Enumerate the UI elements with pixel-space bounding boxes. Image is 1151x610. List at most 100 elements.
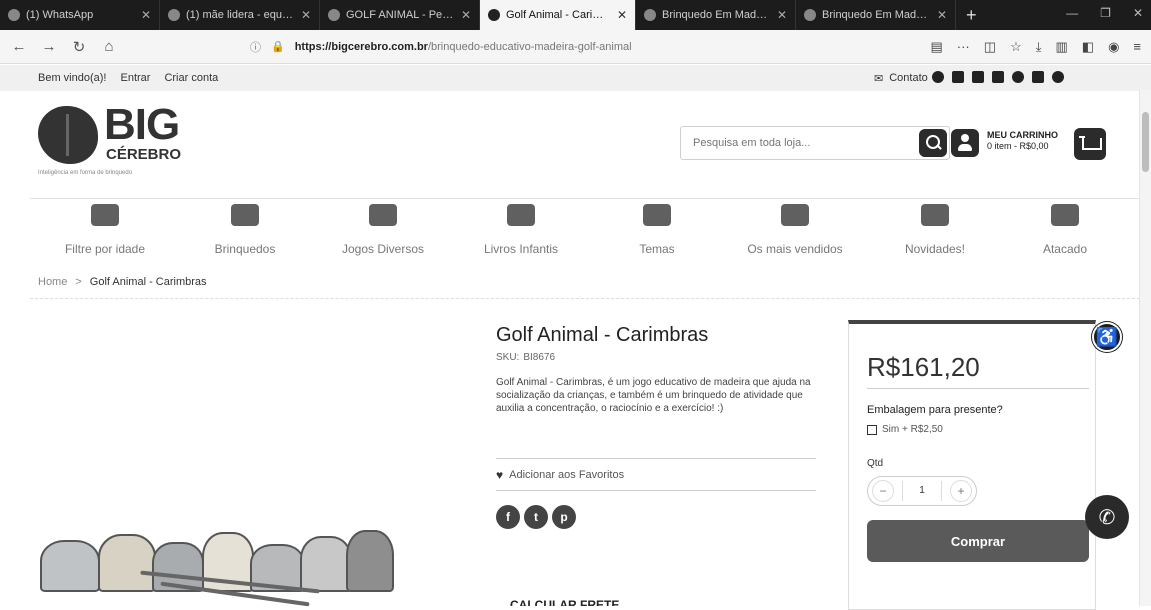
browser-tab-active[interactable]: Golf Animal - Carimbras✕: [480, 0, 636, 30]
address-bar[interactable]: ⓘ 🔒 https://bigcerebro.com.br/brinquedo-…: [250, 35, 900, 59]
tab-favicon: [168, 9, 180, 21]
nav-item-mais-vendidos[interactable]: Os mais vendidos: [735, 204, 855, 256]
browser-tab-bar: (1) WhatsApp ✕ (1) mãe lidera - equipes ✕ …: [0, 0, 1151, 30]
animal-piece: [98, 534, 156, 592]
nav-item-brinquedos[interactable]: Brinquedos: [185, 204, 305, 256]
back-icon[interactable]: ←: [10, 38, 28, 55]
pocket-icon[interactable]: ◫: [984, 39, 996, 55]
close-tab-icon[interactable]: ✕: [937, 8, 947, 22]
close-tab-icon[interactable]: ✕: [461, 8, 471, 22]
contact-link[interactable]: ✉ Contato: [874, 65, 928, 91]
brain-logo-icon: [38, 106, 98, 164]
close-window-icon[interactable]: ✕: [1133, 6, 1143, 20]
account-button[interactable]: [951, 129, 979, 157]
url-host: https://bigcerebro.com.br: [294, 40, 428, 53]
breadcrumb-current: Golf Animal - Carimbras: [89, 276, 207, 288]
browser-toolbar: ← → ↻ ⌂ ⓘ 🔒 https://bigcerebro.com.br/br…: [0, 30, 1151, 64]
register-link[interactable]: Criar conta: [164, 72, 218, 84]
extension-icon[interactable]: ◉: [1108, 39, 1119, 55]
themes-icon: [643, 204, 671, 226]
forward-icon[interactable]: →: [40, 38, 58, 55]
close-tab-icon[interactable]: ✕: [301, 8, 311, 22]
home-icon[interactable]: ⌂: [100, 38, 118, 55]
decrease-quantity-button[interactable]: −: [872, 480, 894, 502]
linkedin-icon[interactable]: [952, 71, 964, 83]
nav-item-atacado[interactable]: Atacado: [1005, 204, 1125, 256]
twitter-icon[interactable]: [972, 71, 984, 83]
divider: [496, 490, 816, 491]
game-board-icon: [369, 204, 397, 226]
login-link[interactable]: Entrar: [120, 72, 150, 84]
reload-icon[interactable]: ↻: [70, 38, 88, 56]
nav-item-jogos[interactable]: Jogos Diversos: [323, 204, 443, 256]
breadcrumb: Home > Golf Animal - Carimbras: [38, 276, 207, 288]
gift-wrap-checkbox[interactable]: [867, 424, 877, 435]
instagram-icon[interactable]: [1032, 71, 1044, 83]
buy-button[interactable]: Comprar: [867, 520, 1089, 562]
tab-favicon: [644, 9, 656, 21]
sidebar-icon[interactable]: ◧: [1082, 39, 1094, 55]
book-icon: [507, 204, 535, 226]
browser-tab[interactable]: (1) WhatsApp ✕: [0, 0, 160, 30]
quantity-label: Qtd: [867, 458, 884, 469]
facebook-icon[interactable]: [932, 71, 944, 83]
pinterest-icon[interactable]: [1012, 71, 1024, 83]
browser-actions: ▤ ··· ◫ ☆ ⤓ ▥ ◧ ◉ ≡: [930, 39, 1141, 55]
nav-item-temas[interactable]: Temas: [597, 204, 717, 256]
search-input[interactable]: [681, 127, 906, 159]
twitter-share-icon[interactable]: t: [524, 505, 548, 529]
browser-tab[interactable]: (1) mãe lidera - equipes ✕: [160, 0, 320, 30]
browser-tab[interactable]: Brinquedo Em Madeira ✕: [796, 0, 956, 30]
nav-item-livros[interactable]: Livros Infantis: [461, 204, 581, 256]
search-button[interactable]: [919, 129, 947, 157]
scrollbar-thumb[interactable]: [1142, 112, 1149, 172]
youtube-icon[interactable]: [992, 71, 1004, 83]
animal-piece: [40, 540, 100, 592]
whatsapp-icon: [8, 9, 20, 21]
divider: [496, 458, 816, 459]
envelope-icon: ✉: [874, 72, 884, 85]
increase-quantity-button[interactable]: +: [950, 480, 972, 502]
page-scrollbar[interactable]: [1139, 90, 1151, 606]
social-links: [932, 71, 1064, 83]
menu-icon[interactable]: ≡: [1133, 39, 1141, 55]
tab-favicon: [488, 9, 500, 21]
cart-summary[interactable]: MEU CARRINHO 0 item - R$0,00: [987, 130, 1058, 152]
product-image[interactable]: [40, 500, 410, 607]
cart-button[interactable]: [1074, 128, 1106, 160]
whatsapp-small-icon[interactable]: [1052, 71, 1064, 83]
product-price: R$161,20: [867, 352, 980, 382]
shipping-calculator-title[interactable]: CALCULAR FRETE: [510, 598, 619, 606]
puzzle-icon: [231, 204, 259, 226]
site-logo[interactable]: BIG CÉREBRO Inteligência em forma de bri…: [38, 100, 208, 179]
close-tab-icon[interactable]: ✕: [617, 8, 627, 22]
heart-icon: ♥: [496, 468, 504, 482]
bookmark-star-icon[interactable]: ☆: [1010, 39, 1022, 55]
add-favorite-link[interactable]: ♥ Adicionar aos Favoritos: [496, 468, 624, 482]
animal-piece: [346, 530, 394, 592]
close-tab-icon[interactable]: ✕: [777, 8, 787, 22]
nav-item-age-filter[interactable]: Filtre por idade: [45, 204, 165, 256]
close-tab-icon[interactable]: ✕: [141, 8, 151, 22]
gift-wrap-option[interactable]: Sim + R$2,50: [867, 424, 943, 435]
pinterest-share-icon[interactable]: p: [552, 505, 576, 529]
new-tab-button[interactable]: +: [956, 5, 987, 26]
animal-piece: [300, 536, 352, 592]
more-icon[interactable]: ···: [957, 39, 970, 55]
breadcrumb-home[interactable]: Home: [38, 276, 67, 288]
browser-tab[interactable]: Brinquedo Em Madeira ✕: [636, 0, 796, 30]
quantity-input[interactable]: 1: [902, 481, 942, 501]
browser-tab[interactable]: GOLF ANIMAL - Pesquisa✕: [320, 0, 480, 30]
minimize-icon[interactable]: —: [1066, 6, 1078, 20]
accessibility-icon[interactable]: ♿: [1092, 322, 1122, 352]
library-icon[interactable]: ▥: [1055, 39, 1067, 55]
facebook-share-icon[interactable]: f: [496, 505, 520, 529]
download-icon[interactable]: ⤓: [1036, 39, 1042, 55]
info-icon[interactable]: ⓘ: [250, 39, 261, 55]
nav-item-novidades[interactable]: Novidades!: [875, 204, 995, 256]
restore-icon[interactable]: ❐: [1100, 6, 1111, 20]
buy-box: R$161,20 Embalagem para presente? Sim + …: [848, 320, 1096, 610]
breadcrumb-separator: >: [75, 276, 82, 288]
reader-view-icon[interactable]: ▤: [930, 39, 942, 55]
whatsapp-chat-icon[interactable]: ✆: [1085, 495, 1129, 539]
